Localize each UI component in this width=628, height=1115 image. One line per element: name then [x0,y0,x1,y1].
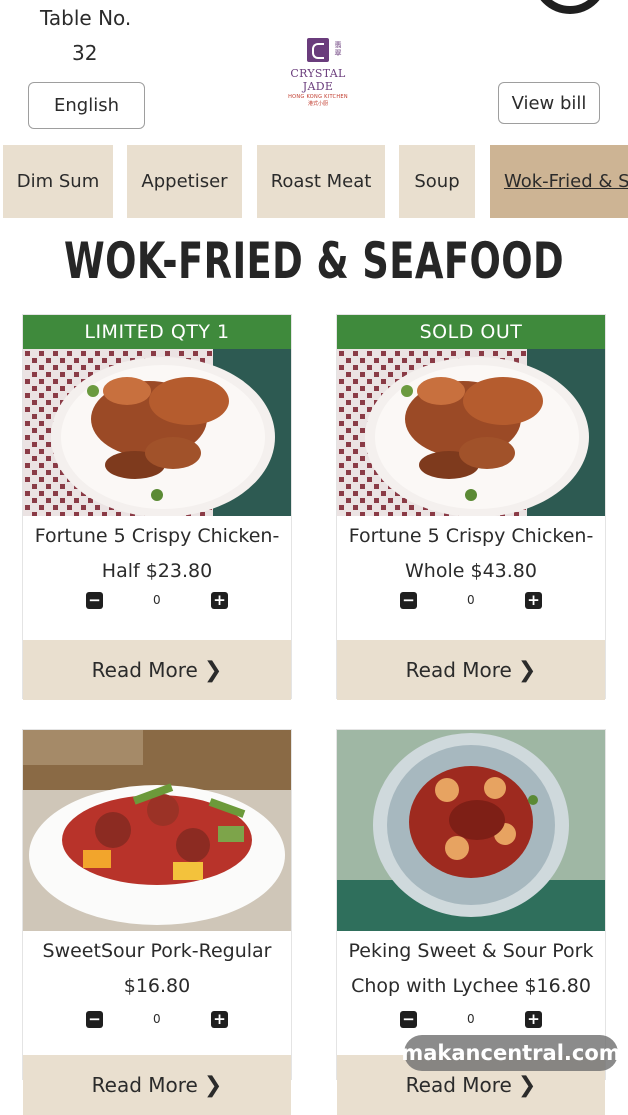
table-label: Table No. [40,6,132,30]
view-bill-button[interactable]: View bill [498,82,600,124]
menu-item-card: Peking Sweet & Sour Pork Chop with Lyche… [336,729,606,1115]
chevron-right-icon: ❯ [203,657,223,683]
read-more-label: Read More [91,1073,198,1097]
quantity-value: 0 [467,1012,475,1026]
tab-dim-sum[interactable]: Dim Sum [3,145,113,218]
plus-icon[interactable]: + [525,1011,542,1028]
logo-mark-icon [307,38,329,62]
section-title: WOK-FRIED & SEAFOOD [63,232,565,290]
dish-name: SweetSour Pork-Regular $16.80 [23,934,291,1004]
minus-icon[interactable]: − [86,592,103,609]
quantity-value: 0 [153,1012,161,1026]
dish-name-line2: Whole $43.80 [405,560,537,582]
dish-name: Peking Sweet & Sour Pork Chop with Lyche… [337,934,605,1004]
dish-name: Fortune 5 Crispy Chicken- Half $23.80 [23,519,291,589]
quantity-stepper: − 0 + [23,589,291,617]
minus-icon[interactable]: − [400,1011,417,1028]
quantity-stepper: − 0 + [337,1004,605,1032]
dish-name-line1: Fortune 5 Crispy Chicken- [348,525,594,547]
table-number: 32 [72,41,98,65]
dish-name-line2: Half $23.80 [101,560,213,582]
tab-roast-meat[interactable]: Roast Meat [257,145,385,218]
menu-item-card: SOLD OUT Fortune 5 Crispy Chicken- Whole… [336,314,606,700]
tab-wok-fried-seafood[interactable]: Wok-Fried & S [490,145,628,218]
chevron-right-icon: ❯ [517,657,537,683]
read-more-button[interactable]: Read More ❯ [23,640,291,700]
logo-subtitle-cjk: 港式小厨 [307,101,328,107]
top-round-button-edge [532,0,608,14]
quantity-stepper: − 0 + [23,1004,291,1032]
dish-photo [337,730,605,931]
restaurant-logo: 翡翠 CRYSTAL JADE HONG KONG KITCHEN 港式小厨 [276,38,360,107]
dish-name: Fortune 5 Crispy Chicken- Whole $43.80 [337,519,605,589]
quantity-value: 0 [467,593,475,607]
menu-item-card: SweetSour Pork-Regular $16.80 − 0 + Read… [22,729,292,1115]
chevron-right-icon: ❯ [203,1072,223,1098]
dish-name-line1: Fortune 5 Crispy Chicken- [34,525,280,547]
dish-photo [23,730,291,931]
minus-icon[interactable]: − [86,1011,103,1028]
tab-soup[interactable]: Soup [399,145,475,218]
minus-icon[interactable]: − [400,592,417,609]
dish-photo [337,349,605,516]
tab-appetiser[interactable]: Appetiser [127,145,242,218]
menu-item-card: LIMITED QTY 1 Fortune 5 Crispy Chicken- … [22,314,292,700]
quantity-stepper: − 0 + [337,589,605,617]
watermark: makancentral.com [401,1035,621,1071]
dish-photo [23,349,291,516]
language-button[interactable]: English [28,82,145,129]
plus-icon[interactable]: + [211,1011,228,1028]
stock-badge: SOLD OUT [337,315,605,349]
read-more-button[interactable]: Read More ❯ [23,1055,291,1115]
chevron-right-icon: ❯ [517,1072,537,1098]
quantity-value: 0 [153,593,161,607]
plus-icon[interactable]: + [211,592,228,609]
read-more-label: Read More [405,1073,512,1097]
dish-name-line2: Chop with Lychee $16.80 [351,975,591,997]
read-more-label: Read More [405,658,512,682]
read-more-label: Read More [91,658,198,682]
plus-icon[interactable]: + [525,592,542,609]
read-more-button[interactable]: Read More ❯ [337,640,605,700]
logo-mark-cjk: 翡翠 [334,41,342,57]
stock-badge: LIMITED QTY 1 [23,315,291,349]
dish-name-line1: SweetSour Pork-Regular [42,940,272,962]
dish-name-line2: $16.80 [123,975,191,997]
logo-name: CRYSTAL JADE [290,67,346,93]
dish-name-line1: Peking Sweet & Sour Pork [348,940,594,962]
